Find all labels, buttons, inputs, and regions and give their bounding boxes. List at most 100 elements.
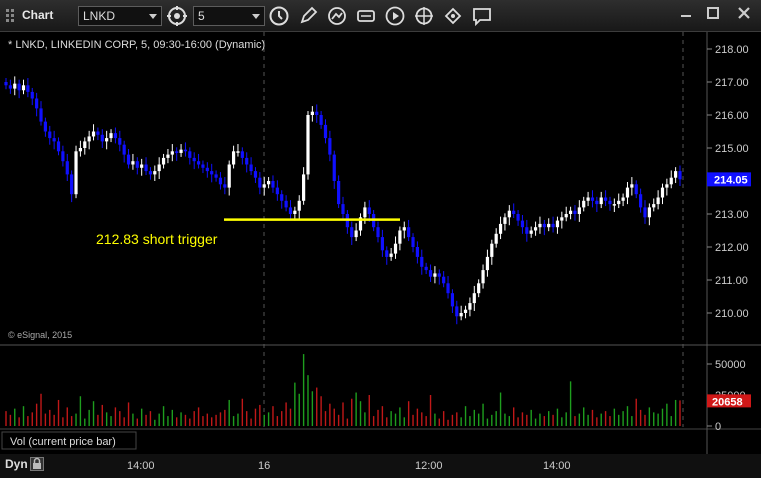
candle-body	[253, 171, 258, 178]
candle-body	[315, 111, 319, 115]
candle-body	[302, 174, 306, 201]
close-icon[interactable]	[735, 4, 753, 22]
candle-body	[26, 85, 30, 92]
price-tick-label: 215.00	[715, 143, 749, 155]
candle-body	[389, 253, 393, 257]
candle-body	[236, 151, 240, 153]
candle-body	[87, 136, 91, 142]
candle-body	[52, 138, 56, 142]
candle-body	[512, 210, 516, 214]
play-icon[interactable]	[384, 5, 406, 27]
link-icon[interactable]	[166, 5, 188, 27]
candle-body	[196, 161, 201, 165]
candle-body	[39, 108, 43, 122]
study-icon[interactable]	[355, 5, 377, 27]
dynamic-button[interactable]: Dyn	[5, 457, 28, 471]
candle-body	[617, 200, 621, 205]
price-tick-label: 212.00	[715, 242, 749, 254]
candle-body	[411, 237, 415, 247]
minimize-icon[interactable]	[677, 4, 695, 22]
maximize-icon[interactable]	[704, 4, 722, 22]
chart-toolbar: Chart LNKD 5	[0, 0, 761, 32]
candle-body	[542, 223, 546, 228]
candle-body	[533, 227, 538, 231]
price-tick-label: 218.00	[715, 44, 749, 56]
candle-body	[678, 171, 682, 180]
candle-body	[652, 204, 656, 208]
candle-body	[201, 164, 205, 168]
time-tick-label: 12:00	[415, 460, 443, 472]
symbol-input[interactable]: LNKD	[78, 6, 162, 26]
candle-body	[376, 227, 380, 238]
candle-body	[407, 227, 411, 238]
candle-body	[599, 197, 603, 205]
candle-body	[516, 214, 520, 221]
cursor-move-icon[interactable]	[442, 5, 464, 27]
candle-body	[603, 197, 608, 201]
candle-body	[656, 197, 660, 205]
candlestick-series	[4, 76, 682, 325]
crosshair-icon[interactable]	[413, 5, 435, 27]
candle-body	[660, 187, 665, 198]
candle-body	[4, 82, 8, 86]
candle-body	[485, 256, 490, 271]
candle-body	[56, 141, 61, 152]
candle-body	[385, 250, 389, 257]
candle-body	[43, 121, 47, 132]
candle-body	[643, 207, 647, 218]
candle-body	[639, 194, 643, 208]
candle-body	[520, 220, 525, 228]
chevron-down-icon[interactable]	[252, 14, 260, 19]
candle-body	[293, 210, 297, 214]
candle-body	[249, 164, 253, 172]
candle-body	[262, 184, 266, 188]
grip-icon[interactable]	[4, 7, 16, 23]
chart-canvas[interactable]: * LNKD, LINKEDIN CORP, 5, 09:30-16:00 (D…	[0, 32, 761, 454]
candle-body	[96, 131, 100, 135]
candle-body	[428, 270, 433, 277]
candle-body	[258, 177, 262, 188]
candle-body	[472, 293, 476, 304]
price-tick-label: 210.00	[715, 308, 749, 320]
draw-arc-icon[interactable]	[326, 5, 348, 27]
candle-body	[91, 131, 96, 137]
time-axis-bar: Dyn 14:00 16 12:00 14:00	[0, 454, 761, 478]
candle-body	[131, 161, 135, 165]
candle-body	[231, 151, 236, 165]
candle-body	[608, 200, 612, 205]
time-tick-label: 16	[258, 460, 271, 472]
candle-body	[463, 309, 468, 313]
candle-body	[170, 151, 174, 155]
candle-body	[669, 177, 673, 185]
pencil-icon[interactable]	[297, 5, 319, 27]
candle-body	[319, 115, 323, 125]
candle-body	[188, 151, 192, 158]
chevron-down-icon[interactable]	[149, 14, 157, 19]
current-price-badge: 214.05	[707, 172, 751, 187]
candle-body	[157, 164, 161, 172]
candle-body	[555, 220, 560, 228]
candle-body	[100, 134, 104, 142]
lock-icon[interactable]	[30, 457, 44, 471]
candle-body	[490, 243, 494, 257]
candle-body	[266, 181, 271, 185]
volume-tick-label: 50000	[715, 359, 746, 371]
volume-tick-label: 0	[715, 421, 721, 433]
candle-body	[380, 237, 384, 251]
interval-value: 5	[198, 9, 205, 23]
candle-body	[78, 148, 83, 152]
speech-bubble-icon[interactable]	[471, 5, 493, 27]
candle-body	[332, 154, 336, 181]
candle-body	[65, 161, 69, 175]
candle-body	[582, 200, 586, 208]
candle-body	[547, 223, 551, 228]
candle-body	[337, 181, 341, 205]
window-title: Chart	[22, 8, 54, 22]
candle-body	[144, 164, 148, 172]
candle-body	[210, 171, 214, 175]
chart-window: Chart LNKD 5 * LNKD, LINKEDIN CORP, 5, 0…	[0, 0, 761, 478]
clock-icon[interactable]	[268, 5, 290, 27]
candle-body	[223, 184, 227, 188]
interval-input[interactable]: 5	[193, 6, 265, 26]
candle-body	[538, 223, 542, 228]
